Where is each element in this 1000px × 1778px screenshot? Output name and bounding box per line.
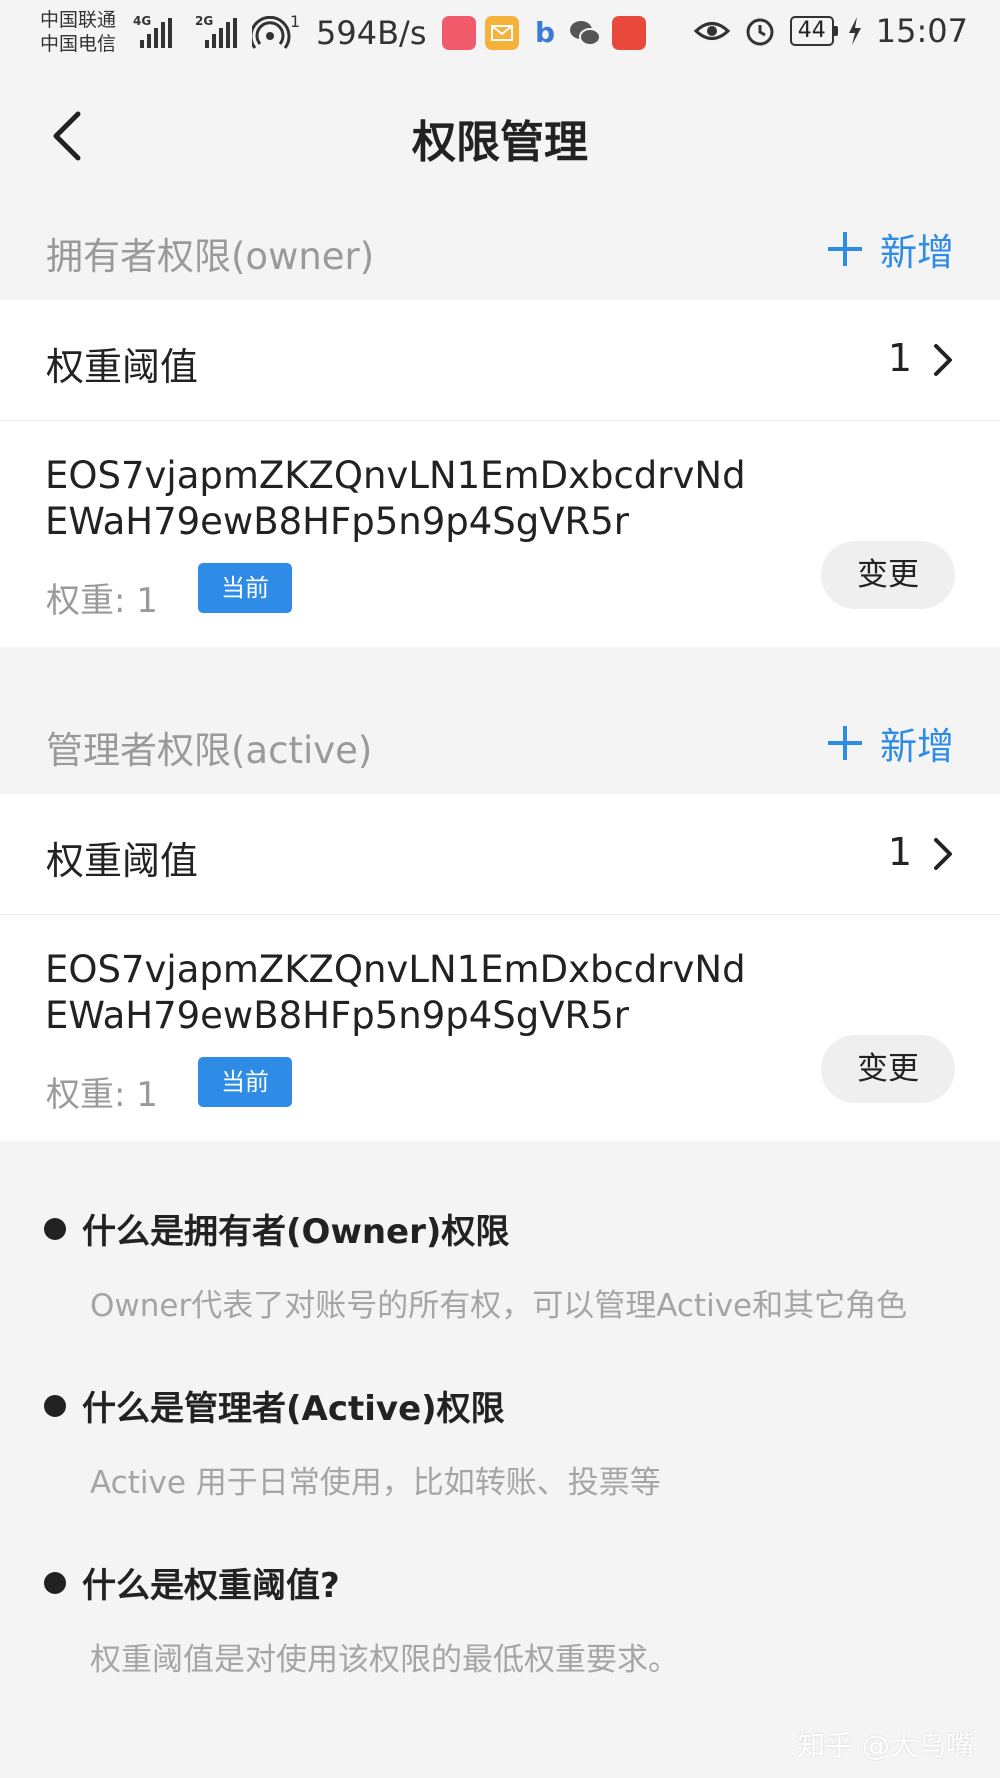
faq-question-text: 什么是权重阈值? xyxy=(82,1566,340,1606)
signal-icon xyxy=(205,18,237,48)
weight-label: 权重: 1 xyxy=(46,1075,158,1115)
owner-section-header: 拥有者权限(owner) 新增 xyxy=(0,200,1000,300)
faq-answer: 权重阈值是对使用该权限的最低权重要求。 xyxy=(90,1642,679,1678)
faq-question-text: 什么是管理者(Active)权限 xyxy=(82,1389,505,1429)
threshold-value: 1 xyxy=(887,336,912,380)
signal-icon xyxy=(140,18,172,48)
charging-icon xyxy=(848,17,861,45)
browser-icon: b xyxy=(534,16,556,49)
current-badge: 当前 xyxy=(198,1057,292,1107)
add-label: 新增 xyxy=(880,725,954,768)
add-owner-button[interactable]: 新增 xyxy=(828,222,954,276)
threshold-label: 权重阈值 xyxy=(46,839,199,883)
nav-bar: 权限管理 xyxy=(0,70,1000,200)
threshold-label: 权重阈值 xyxy=(46,345,199,389)
owner-card: 权重阈值 1 EOS7vjapmZKZQnvLN1EmDxbcdrvNdEWaH… xyxy=(0,300,1000,647)
carrier-2: 中国电信 xyxy=(40,33,117,55)
bullet-icon xyxy=(44,1571,66,1594)
game-app-icon xyxy=(612,16,646,50)
add-active-button[interactable]: 新增 xyxy=(828,716,954,770)
network-speed: 594B/s xyxy=(316,14,427,52)
add-label: 新增 xyxy=(880,231,954,274)
change-button[interactable]: 变更 xyxy=(821,1035,955,1103)
plus-icon xyxy=(828,726,862,760)
active-section-header: 管理者权限(active) 新增 xyxy=(0,694,1000,794)
change-button[interactable]: 变更 xyxy=(821,541,955,609)
threshold-value: 1 xyxy=(887,830,912,874)
public-key: EOS7vjapmZKZQnvLN1EmDxbcdrvNdEWaH79ewB8H… xyxy=(45,948,746,1037)
page-title: 权限管理 xyxy=(412,117,588,168)
battery-indicator: 44 xyxy=(789,16,838,46)
owner-key-row: EOS7vjapmZKZQnvLN1EmDxbcdrvNdEWaH79ewB8H… xyxy=(0,421,1000,647)
chevron-right-icon xyxy=(934,344,952,376)
hotspot-count: 1 xyxy=(290,12,301,31)
plus-icon xyxy=(828,232,862,266)
eye-icon xyxy=(693,22,730,40)
wechat-icon xyxy=(568,16,602,50)
public-key: EOS7vjapmZKZQnvLN1EmDxbcdrvNdEWaH79ewB8H… xyxy=(45,454,746,543)
weight-label: 权重: 1 xyxy=(46,581,158,621)
bullet-icon xyxy=(44,1217,66,1240)
clock: 15:07 xyxy=(875,12,968,50)
alarm-icon xyxy=(746,18,774,46)
carrier-labels: 中国联通 中国电信 xyxy=(40,8,116,56)
faq-question: 什么是拥有者(Owner)权限 xyxy=(44,1204,509,1253)
threshold-row-active[interactable]: 权重阈值 1 xyxy=(0,794,1000,915)
current-badge: 当前 xyxy=(198,563,292,613)
active-card: 权重阈值 1 EOS7vjapmZKZQnvLN1EmDxbcdrvNdEWaH… xyxy=(0,794,1000,1141)
faq-answer: Owner代表了对账号的所有权，可以管理Active和其它角色 xyxy=(90,1288,908,1324)
mail-icon xyxy=(485,16,519,50)
shopping-app-icon xyxy=(442,16,476,50)
faq-question-text: 什么是拥有者(Owner)权限 xyxy=(82,1212,510,1252)
faq-question: 什么是管理者(Active)权限 xyxy=(44,1381,505,1430)
active-key-row: EOS7vjapmZKZQnvLN1EmDxbcdrvNdEWaH79ewB8H… xyxy=(0,915,1000,1141)
threshold-row-owner[interactable]: 权重阈值 1 xyxy=(0,300,1000,421)
section-title-active: 管理者权限(active) xyxy=(46,729,373,772)
carrier-1: 中国联通 xyxy=(40,9,117,31)
bullet-icon xyxy=(44,1394,66,1417)
section-title-owner: 拥有者权限(owner) xyxy=(46,235,375,278)
status-bar: 中国联通 中国电信 4G 2G 1 594B/s b 44 15:07 xyxy=(0,0,1000,70)
hotspot-icon xyxy=(252,16,291,49)
watermark: 知乎 @大乌嘴 xyxy=(797,1729,974,1762)
faq-answer: Active 用于日常使用，比如转账、投票等 xyxy=(90,1465,661,1501)
chevron-right-icon xyxy=(934,838,952,870)
faq-question: 什么是权重阈值? xyxy=(44,1558,340,1607)
status-right: 44 15:07 xyxy=(693,12,968,50)
